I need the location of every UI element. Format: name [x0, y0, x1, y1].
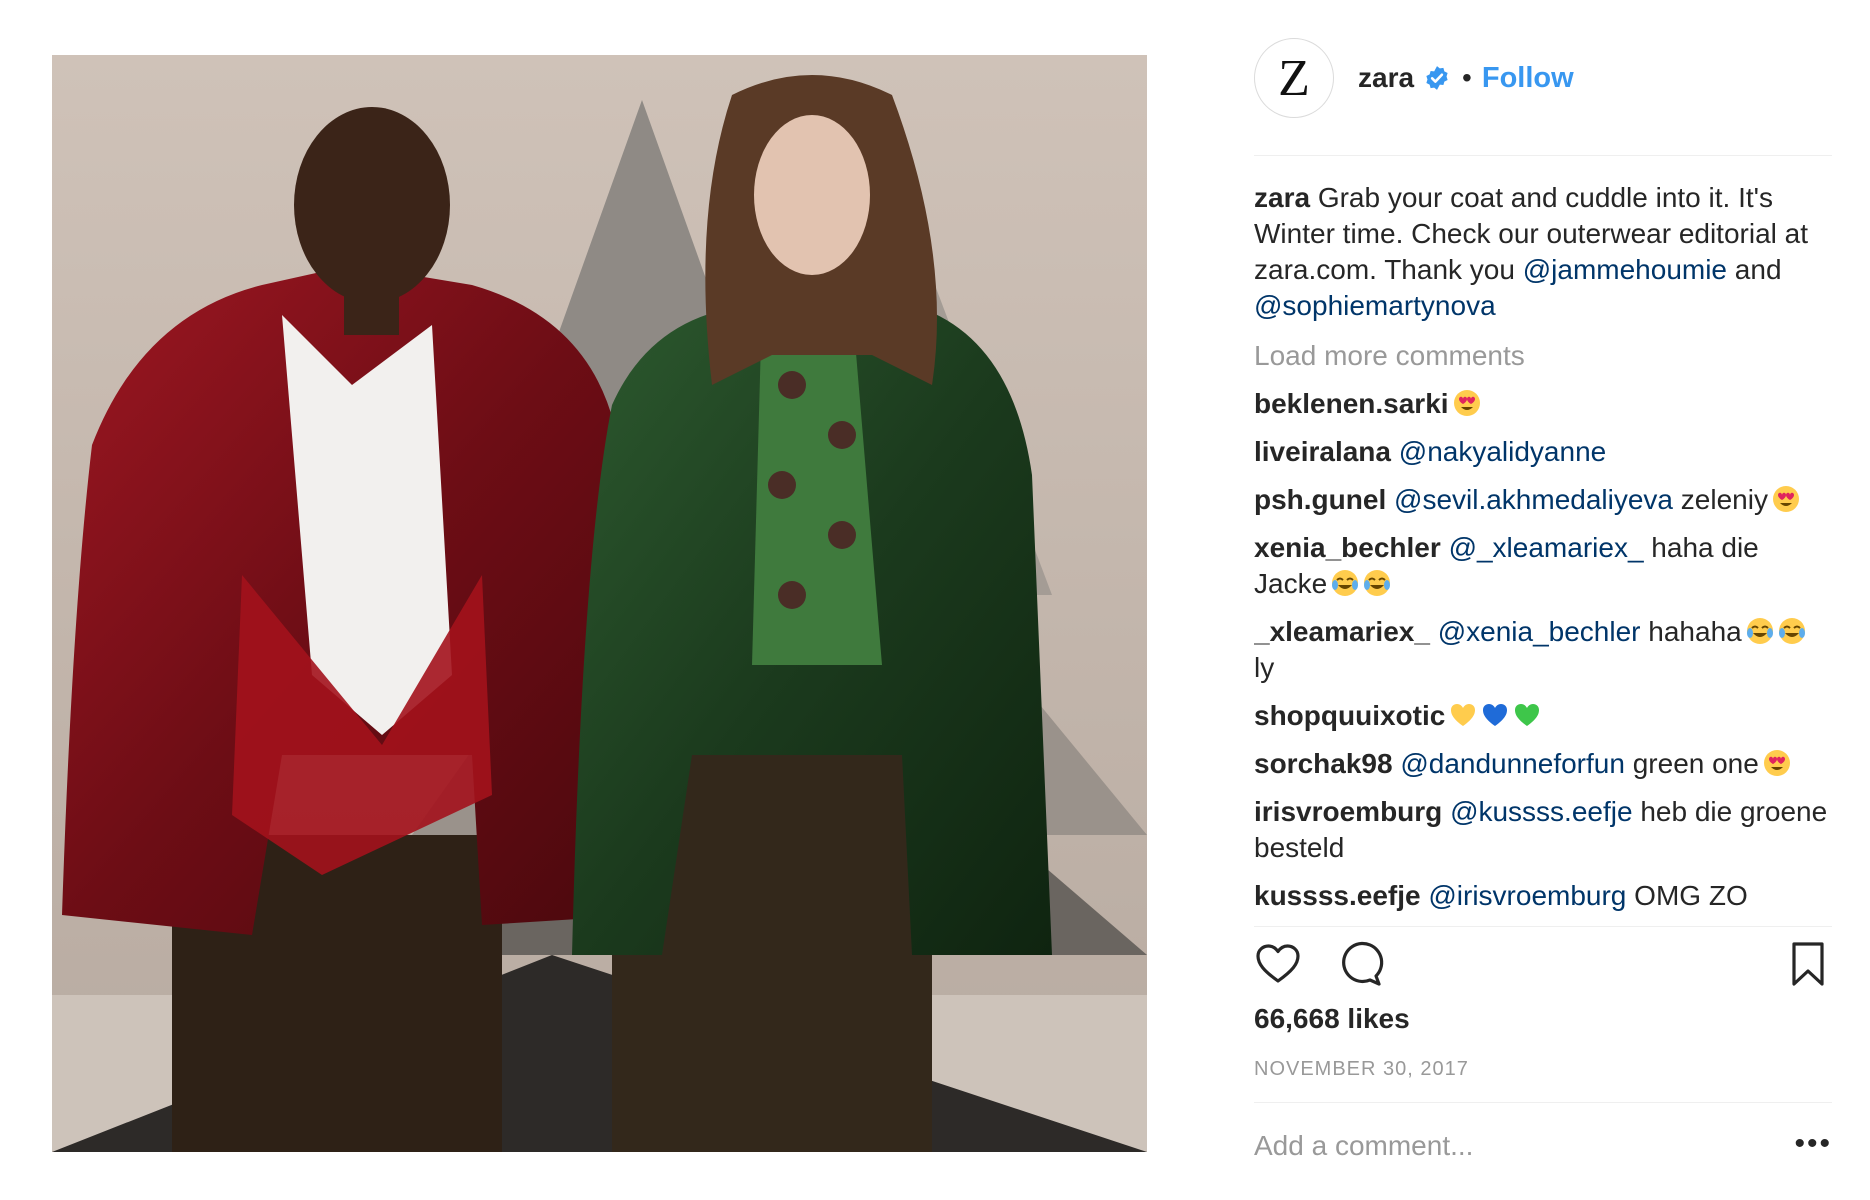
- caption-mention[interactable]: @sophiemartynova: [1254, 290, 1496, 321]
- comment-username[interactable]: beklenen.sarki: [1254, 388, 1449, 419]
- header-divider: [1254, 155, 1832, 156]
- separator-dot: •: [1462, 62, 1472, 93]
- comment-row: kussss.eefje @irisvroemburg OMG ZO: [1254, 878, 1832, 914]
- comments-list[interactable]: zara Grab your coat and cuddle into it. …: [1254, 180, 1832, 916]
- post-date[interactable]: NOVEMBER 30, 2017: [1254, 1058, 1469, 1081]
- tears-of-joy-emoji-icon: [1778, 618, 1805, 644]
- tears-of-joy-emoji-icon: [1364, 570, 1391, 596]
- more-options-icon[interactable]: •••: [1794, 1129, 1832, 1159]
- post-photo[interactable]: [52, 55, 1147, 1152]
- comment-row: sorchak98 @dandunneforfun green one: [1254, 746, 1832, 782]
- comment-row: irisvroemburg @kussss.eefje heb die groe…: [1254, 794, 1832, 866]
- comment-username[interactable]: psh.gunel: [1254, 484, 1386, 515]
- comment-text: green one: [1632, 748, 1759, 779]
- comment-username[interactable]: kussss.eefje: [1254, 880, 1421, 911]
- comment-row: psh.gunel @sevil.akhmedaliyeva zeleniy: [1254, 482, 1832, 518]
- post-caption: zara Grab your coat and cuddle into it. …: [1254, 180, 1832, 324]
- avatar[interactable]: Z: [1254, 38, 1334, 118]
- post-side-panel: Z zara • Follow zara Grab your coat and …: [1254, 0, 1832, 1200]
- comment-row: shopquuixotic: [1254, 698, 1832, 734]
- comment-username[interactable]: irisvroemburg: [1254, 796, 1442, 827]
- comment-username[interactable]: shopquuixotic: [1254, 700, 1445, 731]
- comment-text: zeleniy: [1680, 484, 1768, 515]
- comment-mention[interactable]: @sevil.akhmedaliyeva: [1394, 484, 1673, 515]
- action-bar: [1254, 940, 1832, 990]
- caption-username[interactable]: zara: [1254, 182, 1310, 213]
- caption-mention[interactable]: @jammehoumie: [1523, 254, 1727, 285]
- comment-mention[interactable]: @xenia_bechler: [1438, 616, 1641, 647]
- tears-of-joy-emoji-icon: [1746, 618, 1773, 644]
- likes-count[interactable]: 66,668 likes: [1254, 1003, 1410, 1035]
- comment-rows: beklenen.sarki liveiralana @nakyalidyanne…: [1254, 386, 1832, 914]
- yellow-heart-emoji-icon: [1451, 704, 1476, 726]
- heart-eyes-emoji-icon: [1772, 486, 1799, 512]
- load-more-comments-button[interactable]: Load more comments: [1254, 338, 1832, 374]
- comment-mention[interactable]: @nakyalidyanne: [1399, 436, 1606, 467]
- blue-heart-emoji-icon: [1483, 704, 1508, 726]
- instagram-post-view: Z zara • Follow zara Grab your coat and …: [0, 0, 1870, 1200]
- caption-and: and: [1734, 254, 1782, 285]
- comment-mention[interactable]: @_xleamariex_: [1449, 532, 1644, 563]
- comment-row: beklenen.sarki: [1254, 386, 1832, 422]
- comment-username[interactable]: xenia_bechler: [1254, 532, 1441, 563]
- comment-mention[interactable]: @dandunneforfun: [1400, 748, 1625, 779]
- heart-icon[interactable]: [1254, 940, 1302, 988]
- comment-username[interactable]: liveiralana: [1254, 436, 1391, 467]
- verified-badge-icon: [1426, 66, 1448, 90]
- comment-text: hahaha: [1648, 616, 1742, 647]
- post-header: Z zara • Follow: [1254, 38, 1832, 118]
- comment-username[interactable]: sorchak98: [1254, 748, 1393, 779]
- comment-username[interactable]: _xleamariex_: [1254, 616, 1430, 647]
- bookmark-icon[interactable]: [1784, 940, 1832, 988]
- comment-row: xenia_bechler @_xleamariex_ haha die Jac…: [1254, 530, 1832, 602]
- fashion-photo-illustration: [52, 55, 1147, 1152]
- comment-row: liveiralana @nakyalidyanne: [1254, 434, 1832, 470]
- add-comment-input[interactable]: Add a comment...: [1254, 1130, 1473, 1162]
- comment-text: OMG ZO: [1634, 880, 1748, 911]
- heart-eyes-emoji-icon: [1453, 390, 1480, 416]
- heart-eyes-emoji-icon: [1763, 750, 1790, 776]
- comments-divider: [1254, 926, 1832, 927]
- green-heart-emoji-icon: [1515, 704, 1540, 726]
- header-username[interactable]: zara: [1358, 62, 1414, 94]
- comment-icon[interactable]: [1336, 940, 1384, 988]
- comment-mention[interactable]: @kussss.eefje: [1450, 796, 1633, 827]
- comment-row: _xleamariex_ @xenia_bechler hahaha ly: [1254, 614, 1832, 686]
- tears-of-joy-emoji-icon: [1332, 570, 1359, 596]
- comment-text-continued: ly: [1254, 652, 1275, 683]
- footer-divider: [1254, 1102, 1832, 1103]
- comment-mention[interactable]: @irisvroemburg: [1428, 880, 1626, 911]
- follow-button[interactable]: Follow: [1482, 62, 1574, 95]
